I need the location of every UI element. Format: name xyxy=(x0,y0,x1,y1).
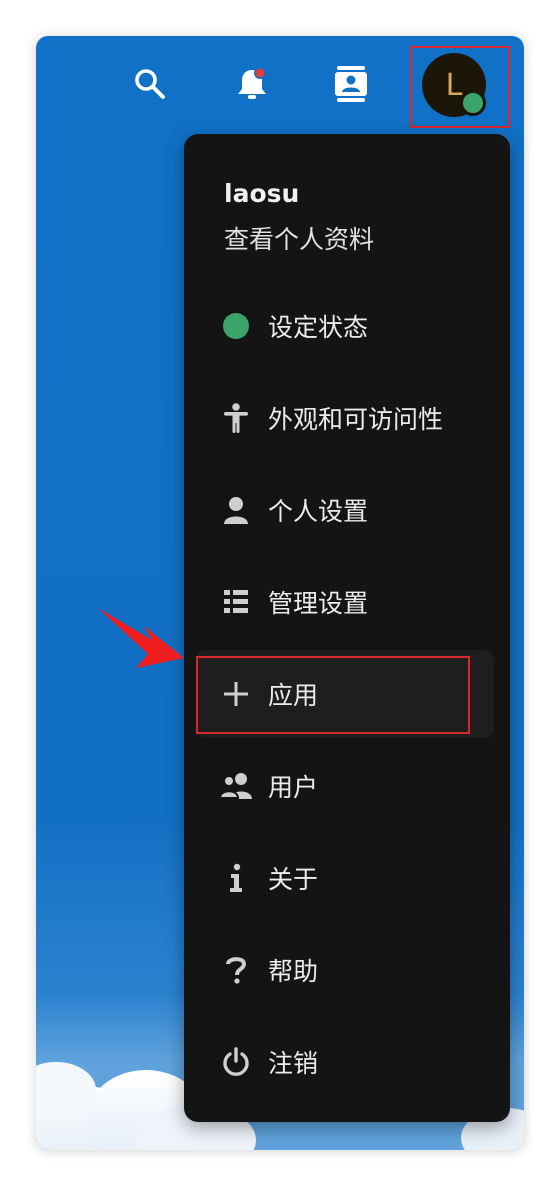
avatar-highlight: L xyxy=(410,46,510,128)
menu-item-label: 外观和可访问性 xyxy=(268,405,444,434)
menu-item-label: 应用 xyxy=(268,681,319,710)
menu-item-label: 用户 xyxy=(268,773,319,802)
menu-item-logout[interactable]: 注销 xyxy=(196,1018,494,1106)
person-icon xyxy=(216,490,256,530)
contacts-icon[interactable] xyxy=(333,66,369,102)
menu-item-about[interactable]: 关于 xyxy=(196,834,494,922)
list-icon xyxy=(216,582,256,622)
menu-item-label: 设定状态 xyxy=(268,313,369,342)
power-icon xyxy=(216,1042,256,1082)
menu-item-label: 个人设置 xyxy=(268,497,369,526)
view-profile-label: 查看个人资料 xyxy=(224,225,375,254)
bell-icon[interactable] xyxy=(234,66,270,102)
avatar-initial: L xyxy=(445,67,463,103)
user-menu: laosu 查看个人资料 设定状态 外观和可访问性 个人设置 管理设置 应用 用… xyxy=(184,134,510,1122)
menu-item-apps[interactable]: 应用 xyxy=(196,650,494,738)
annotation-arrow-icon xyxy=(98,608,184,668)
profile-name: laosu xyxy=(224,179,300,208)
menu-item-personal-settings[interactable]: 个人设置 xyxy=(196,466,494,554)
menu-item-help[interactable]: 帮助 xyxy=(196,926,494,1014)
help-icon xyxy=(216,950,256,990)
menu-item-label: 帮助 xyxy=(268,957,319,986)
menu-item-users[interactable]: 用户 xyxy=(196,742,494,830)
online-status-icon xyxy=(460,90,486,116)
menu-item-set-status[interactable]: 设定状态 xyxy=(196,282,494,370)
menu-item-label: 管理设置 xyxy=(268,589,369,618)
users-icon xyxy=(216,766,256,806)
status-dot-icon xyxy=(216,306,256,346)
search-icon[interactable] xyxy=(132,66,168,102)
accessibility-icon xyxy=(216,398,256,438)
profile-link[interactable]: laosu 查看个人资料 xyxy=(224,178,374,256)
menu-item-appearance[interactable]: 外观和可访问性 xyxy=(196,374,494,462)
info-icon xyxy=(216,858,256,898)
plus-icon xyxy=(216,674,256,714)
menu-item-admin-settings[interactable]: 管理设置 xyxy=(196,558,494,646)
notification-dot xyxy=(255,68,265,78)
menu-item-label: 关于 xyxy=(268,865,319,894)
menu-item-label: 注销 xyxy=(268,1049,319,1078)
